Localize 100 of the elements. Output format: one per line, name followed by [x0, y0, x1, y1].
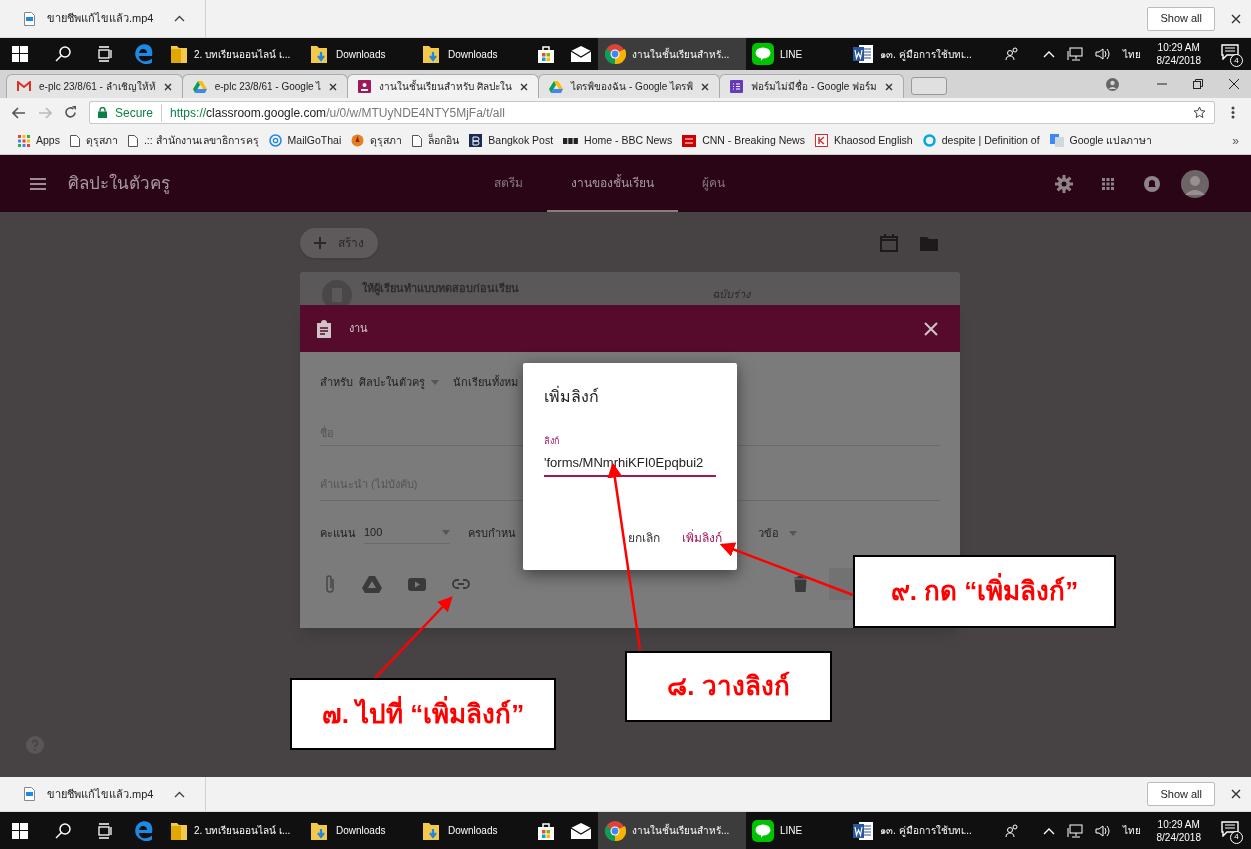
- language-indicator[interactable]: ไทย: [1122, 46, 1141, 62]
- close-icon[interactable]: [1229, 79, 1239, 89]
- menu-icon[interactable]: [1231, 106, 1235, 119]
- close-icon[interactable]: [1231, 13, 1241, 24]
- add-link-button[interactable]: เพิ่มลิงก์: [676, 525, 728, 551]
- mail-icon[interactable]: [570, 822, 592, 839]
- store-icon[interactable]: [536, 820, 556, 841]
- folder-icon[interactable]: [170, 44, 188, 64]
- task-view-icon[interactable]: [97, 822, 113, 839]
- bookmark[interactable]: Home - BBC News: [563, 132, 673, 149]
- avatar-icon[interactable]: [1181, 169, 1209, 198]
- bookmark[interactable]: ดุรุสภา: [351, 132, 403, 149]
- edge-icon[interactable]: [133, 43, 155, 65]
- bookmark[interactable]: Apps: [18, 132, 60, 149]
- language-indicator[interactable]: ไทย: [1122, 823, 1141, 838]
- close-icon[interactable]: [1231, 789, 1241, 799]
- word-icon[interactable]: [852, 43, 874, 65]
- browser-tab[interactable]: ฟอร์มไม่มีชื่อ - Google ฟอร์ม: [719, 74, 905, 98]
- browser-tab[interactable]: งานในชั้นเรียนสำหรับ ศิลปะใน: [347, 74, 540, 98]
- link-field[interactable]: ลิงก์ 'forms/MNmrhiKFI0Epqbui2: [544, 435, 716, 477]
- search-icon[interactable]: [55, 46, 71, 62]
- download-item[interactable]: ขายชีพแก้ไขแล้ว.mp4: [0, 777, 206, 811]
- reload-icon[interactable]: [64, 106, 77, 119]
- mail-icon[interactable]: [570, 46, 592, 62]
- points-dropdown[interactable]: 100: [364, 522, 450, 544]
- bookmark[interactable]: Bangkok Post: [469, 132, 554, 149]
- link-icon[interactable]: [452, 579, 470, 589]
- bookmark[interactable]: despite | Definition of: [922, 132, 1040, 149]
- bookmark[interactable]: CNN - Breaking News: [682, 132, 805, 149]
- download-item[interactable]: ขายชีพแก้ไขแล้ว.mp4: [0, 0, 206, 37]
- windows-icon[interactable]: [12, 822, 28, 839]
- topic-dropdown[interactable]: วข้อ: [758, 524, 797, 542]
- folder-icon[interactable]: [170, 820, 188, 841]
- nav-tab[interactable]: สตรีม: [470, 155, 547, 212]
- taskbar-button[interactable]: Downloads: [416, 38, 528, 70]
- address-bar[interactable]: Secure https://classroom.google.com/u/0/w/MTUyNDE4NTY5MjFa/t/all: [89, 101, 1215, 124]
- chevron-up-icon[interactable]: [174, 790, 185, 798]
- taskbar-button[interactable]: Downloads: [304, 812, 416, 849]
- close-icon[interactable]: [520, 82, 529, 91]
- caret-up-icon[interactable]: [1042, 826, 1055, 835]
- drive-icon[interactable]: [362, 575, 382, 593]
- bookmark[interactable]: Khaosod English: [814, 132, 913, 149]
- account-icon[interactable]: [1143, 174, 1161, 193]
- taskbar-button[interactable]: งานในชั้นเรียนสำหรั...: [598, 812, 746, 849]
- people-icon[interactable]: [1004, 823, 1019, 838]
- taskbar-button[interactable]: 2. บทเรียนออนไลน์ เ...: [164, 38, 304, 70]
- search-icon[interactable]: [55, 822, 71, 839]
- show-all-button[interactable]: Show all: [1147, 782, 1215, 806]
- downloads-folder-icon[interactable]: [310, 820, 330, 841]
- windows-icon[interactable]: [12, 46, 28, 62]
- caret-up-icon[interactable]: [1042, 50, 1055, 58]
- edge-icon[interactable]: [133, 819, 155, 842]
- notification-icon[interactable]: [1221, 820, 1239, 837]
- bookmark[interactable]: Google แปลภาษา: [1049, 132, 1153, 149]
- bookmark[interactable]: .:: สำนักงานเลขาธิการครุ: [127, 132, 259, 149]
- people-icon[interactable]: [1004, 47, 1019, 61]
- video-play-icon[interactable]: [408, 577, 426, 591]
- browser-tab[interactable]: e-plc 23/8/61 - ลำเชิญให้ห้: [6, 74, 183, 98]
- bookmark[interactable]: ล็อกอิน: [412, 132, 460, 149]
- account-icon[interactable]: [1106, 77, 1119, 91]
- paperclip-icon[interactable]: [324, 574, 336, 594]
- close-icon[interactable]: [329, 82, 338, 91]
- class-dropdown[interactable]: ศิลปะในตัวครู: [359, 373, 439, 391]
- taskbar-button[interactable]: LINE: [746, 812, 846, 849]
- class-title[interactable]: ศิลปะในตัวครู: [68, 170, 368, 197]
- show-all-button[interactable]: Show all: [1147, 6, 1215, 31]
- bookmarks-overflow-button[interactable]: »: [1232, 131, 1239, 150]
- bookmark[interactable]: ดุรุสภา: [69, 132, 118, 149]
- word-icon[interactable]: [852, 819, 874, 842]
- volume-icon[interactable]: [1094, 823, 1111, 838]
- close-icon[interactable]: [701, 82, 710, 91]
- chevron-up-icon[interactable]: [174, 15, 185, 22]
- taskbar-button[interactable]: Downloads: [304, 38, 416, 70]
- star-icon[interactable]: [1193, 106, 1206, 119]
- taskbar-button[interactable]: Downloads: [416, 812, 528, 849]
- settings-icon[interactable]: [1055, 174, 1073, 193]
- volume-icon[interactable]: [1094, 47, 1111, 61]
- task-view-icon[interactable]: [97, 46, 113, 62]
- close-icon[interactable]: [163, 82, 172, 91]
- trash-icon[interactable]: [794, 576, 807, 592]
- network-icon[interactable]: [1066, 47, 1083, 61]
- taskbar-button[interactable]: ๑๓. คู่มือการใช้บทเ...: [846, 38, 996, 70]
- nav-tab[interactable]: ผู้คน: [678, 155, 749, 212]
- close-icon[interactable]: [885, 82, 894, 91]
- browser-tab[interactable]: ไดรฟ์ของฉัน - Google ไดรฟ์: [538, 74, 721, 98]
- students-dropdown[interactable]: นักเรียนทั้งหม: [453, 373, 518, 391]
- notification-icon[interactable]: [1221, 44, 1239, 60]
- back-icon[interactable]: [12, 106, 26, 119]
- taskbar-button[interactable]: 2. บทเรียนออนไลน์ เ...: [164, 812, 304, 849]
- taskbar-button[interactable]: LINE: [746, 38, 846, 70]
- taskbar-button[interactable]: งานในชั้นเรียนสำหรั...: [598, 38, 746, 70]
- downloads-folder-icon[interactable]: [422, 820, 442, 841]
- network-icon[interactable]: [1066, 823, 1083, 838]
- downloads-folder-icon[interactable]: [310, 44, 330, 64]
- apps-grid-icon[interactable]: [1101, 176, 1115, 191]
- chrome-icon[interactable]: [604, 43, 626, 65]
- bookmark[interactable]: MailGoThai: [268, 132, 342, 149]
- chrome-icon[interactable]: [604, 819, 626, 842]
- downloads-folder-icon[interactable]: [422, 44, 442, 64]
- nav-tab[interactable]: งานของชั้นเรียน: [547, 155, 678, 212]
